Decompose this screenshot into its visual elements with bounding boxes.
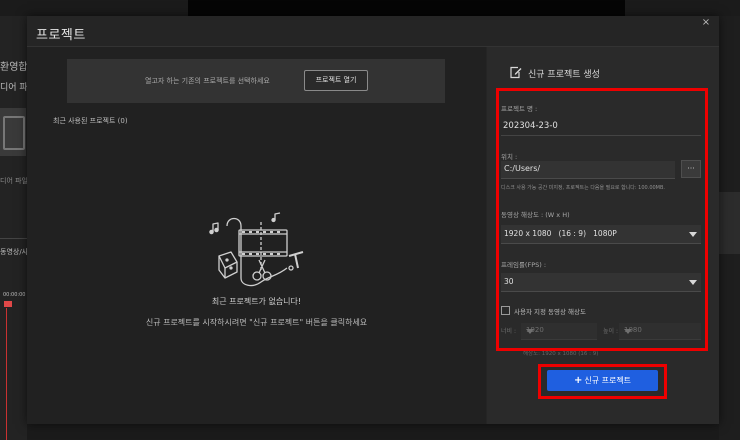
location-value: C:/Users/ — [504, 164, 541, 173]
open-project-bar: 열고자 하는 기존의 프로젝트를 선택하세요 프로젝트 열기 — [67, 59, 445, 103]
empty-film-edit-icon — [209, 212, 304, 287]
fps-value: 30 — [504, 277, 514, 286]
chevron-down-icon — [689, 280, 697, 285]
background-panel-block — [719, 192, 740, 254]
project-name-label: 프로젝트 명 : — [501, 105, 538, 113]
new-project-button-label: 신규 프로젝트 — [584, 376, 632, 385]
empty-recent-title: 최근 프로젝트가 없습니다! — [211, 297, 302, 306]
project-dialog: 프로젝트 × 열고자 하는 기존의 프로젝트를 선택하세요 프로젝트 열기 최근… — [27, 16, 719, 424]
resolution-value: 1920 x 1080 (16 : 9) 1080P — [504, 229, 617, 238]
plus-icon: + — [573, 375, 583, 386]
chevron-down-icon — [624, 329, 632, 334]
new-project-form: 프로젝트 명 : 202304-23-0 위치 : C:/Users/ ··· … — [501, 91, 701, 357]
fps-label: 프레임률(FPS) : — [501, 261, 547, 269]
browse-folder-button[interactable]: ··· — [681, 160, 701, 178]
recent-projects-label: 최근 사용된 프로젝트 (0) — [53, 117, 128, 125]
background-welcome-text: 환영합 — [0, 62, 27, 73]
new-project-panel: 신규 프로젝트 생성 프로젝트 명 : 202304-23-0 위치 : C:/… — [487, 47, 719, 424]
location-label: 위치 : — [501, 153, 518, 161]
height-label: 높이 : — [603, 328, 618, 335]
location-input[interactable]: C:/Users/ — [501, 161, 675, 179]
empty-recent-hint: 신규 프로젝트를 시작하시려면 "신규 프로젝트" 버튼을 클릭하세요 — [145, 318, 368, 327]
disk-space-hint: 디스크 사용 가능 공간 미지정, 프로젝트는 다음을 필요로 합니다: 100… — [501, 185, 666, 191]
background-playhead-line — [6, 308, 7, 440]
project-name-underline — [501, 135, 701, 136]
background-media-text-2: 디어 파일 — [0, 177, 27, 185]
background-divider — [0, 238, 27, 239]
background-app-left: 환영합 디어 파일 디어 파일 동영상/사진 00:00:00 — [0, 16, 27, 440]
resolution-label: 동영상 해상도 : (W x H) — [501, 211, 570, 219]
project-name-input[interactable]: 202304-23-0 — [503, 121, 558, 131]
background-track-label: 동영상/사진 — [0, 248, 27, 256]
custom-resolution-checkbox[interactable] — [501, 306, 510, 315]
open-project-button[interactable]: 프로젝트 열기 — [304, 70, 368, 91]
custom-resolution-label: 사용자 지정 동영상 해상도 — [514, 308, 586, 316]
fps-select[interactable]: 30 — [501, 273, 701, 292]
background-film-thumbnail — [0, 108, 26, 156]
custom-resolution-note: 해상도: 1920 x 1080 (16 : 9) — [523, 351, 599, 357]
width-input[interactable]: 1920 — [521, 323, 597, 340]
open-project-prompt: 열고자 하는 기존의 프로젝트를 선택하세요 — [145, 77, 270, 85]
resolution-select[interactable]: 1920 x 1080 (16 : 9) 1080P — [501, 225, 701, 244]
background-playhead-marker — [4, 301, 12, 307]
new-project-title: 신규 프로젝트 생성 — [528, 70, 600, 80]
chevron-down-icon — [526, 329, 534, 334]
chevron-down-icon — [689, 232, 697, 237]
height-input[interactable]: 1080 — [619, 323, 701, 340]
width-label: 너비 : — [501, 328, 516, 335]
new-project-button[interactable]: + 신규 프로젝트 — [547, 370, 658, 391]
dialog-title: 프로젝트 — [36, 28, 86, 43]
edit-document-icon — [510, 66, 522, 79]
background-topbar — [188, 0, 625, 16]
background-media-text: 디어 파일 — [0, 83, 27, 93]
background-timecode: 00:00:00 — [3, 292, 26, 298]
background-app-right — [719, 16, 740, 440]
close-icon[interactable]: × — [699, 16, 713, 30]
open-project-panel: 열고자 하는 기존의 프로젝트를 선택하세요 프로젝트 열기 최근 사용된 프로… — [27, 47, 486, 424]
